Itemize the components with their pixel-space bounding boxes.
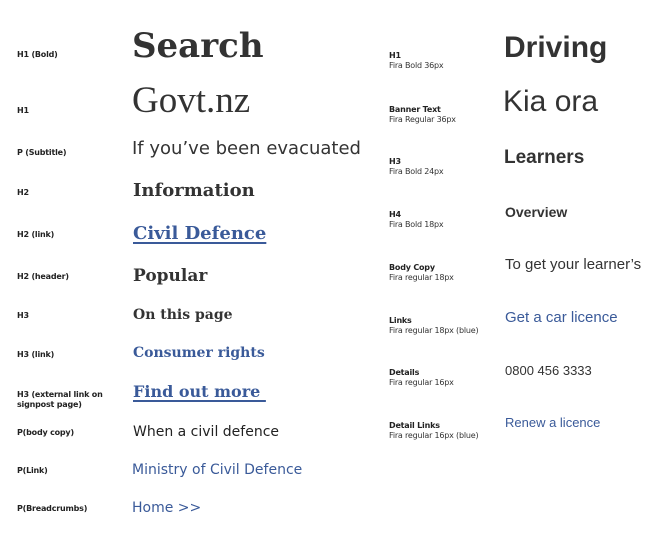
spec-sample-h2: Information xyxy=(133,180,255,201)
spec-label-title: Detail Links xyxy=(389,421,440,430)
spec-sample-p-breadcrumbs[interactable]: Home >> xyxy=(132,497,201,519)
spec-label-font: Fira regular 16px (blue) xyxy=(389,431,479,440)
spec-sample-h2-header: Popular xyxy=(133,266,208,286)
spec-label-h2-link: H2 (link) xyxy=(17,230,55,239)
spec-label-p-subtitle: P (Subtitle) xyxy=(17,148,67,157)
spec-sample-fira-h1: Driving xyxy=(504,31,608,64)
spec-sample-p-link[interactable]: Ministry of Civil Defence xyxy=(132,459,302,481)
spec-label-fira-h4: H4 Fira Bold 18px xyxy=(389,210,444,230)
spec-sample-p-body-copy: When a civil defence xyxy=(133,424,280,440)
spec-label-h1-bold: H1 (Bold) xyxy=(17,50,58,59)
spec-label-h3: H3 xyxy=(17,311,29,320)
spec-sample-h1: Govt.nz xyxy=(132,80,251,121)
spec-label-h2: H2 xyxy=(17,188,29,197)
spec-sample-links[interactable]: Get a car licence xyxy=(505,307,618,329)
spec-label-font: Fira regular 16px xyxy=(389,378,454,387)
spec-sample-banner-text: Kia ora xyxy=(503,85,599,118)
spec-label-h1: H1 xyxy=(17,106,29,115)
spec-sample-h2-link[interactable]: Civil Defence xyxy=(133,221,266,247)
spec-sample-fira-h4: Overview xyxy=(505,204,568,220)
spec-label-h3-link: H3 (link) xyxy=(17,350,55,359)
spec-label-title: H3 xyxy=(389,157,401,166)
spec-label-detail-links: Detail Links Fira regular 16px (blue) xyxy=(389,421,479,441)
spec-label-fira-h1: H1 Fira Bold 36px xyxy=(389,51,444,71)
spec-sample-h3: On this page xyxy=(133,307,233,323)
spec-sample-details: 0800 456 3333 xyxy=(505,363,592,378)
spec-label-title: Links xyxy=(389,316,412,325)
spec-sample-fira-h3: Learners xyxy=(504,147,585,168)
spec-label-title: Body Copy xyxy=(389,263,435,272)
spec-label-body-copy: Body Copy Fira regular 18px xyxy=(389,263,454,283)
spec-label-fira-h3: H3 Fira Bold 24px xyxy=(389,157,444,177)
spec-label-title: H4 xyxy=(389,210,401,219)
spec-label-p-breadcrumbs: P(Breadcrumbs) xyxy=(17,504,88,513)
spec-label-font: Fira regular 18px xyxy=(389,273,454,282)
spec-label-title: Details xyxy=(389,368,420,377)
spec-sample-h3-external-link[interactable]: Find out more xyxy=(133,380,266,404)
spec-sample-detail-links[interactable]: Renew a licence xyxy=(505,413,600,433)
spec-label-font: Fira Bold 18px xyxy=(389,220,444,229)
spec-label-font: Fira Regular 36px xyxy=(389,115,456,124)
spec-label-details: Details Fira regular 16px xyxy=(389,368,454,388)
spec-sample-h3-link[interactable]: Consumer rights xyxy=(133,342,265,364)
spec-label-links: Links Fira regular 18px (blue) xyxy=(389,316,479,336)
spec-label-p-link: P(Link) xyxy=(17,466,48,475)
spec-label-title: Banner Text xyxy=(389,105,441,114)
spec-label-h3-external-link: H3 (external link on signpost page) xyxy=(17,390,103,409)
spec-sample-body-copy: To get your learner’s xyxy=(505,256,642,273)
spec-label-h2-header: H2 (header) xyxy=(17,272,69,281)
spec-label-title: H1 xyxy=(389,51,401,60)
spec-label-font: Fira Bold 24px xyxy=(389,167,444,176)
spec-sample-h1-bold: Search xyxy=(132,26,264,66)
spec-label-font: Fira regular 18px (blue) xyxy=(389,326,479,335)
spec-label-banner-text: Banner Text Fira Regular 36px xyxy=(389,105,456,125)
spec-label-p-body-copy: P(body copy) xyxy=(17,428,74,437)
spec-label-font: Fira Bold 36px xyxy=(389,61,444,70)
spec-sample-p-subtitle: If you’ve been evacuated xyxy=(132,138,361,159)
